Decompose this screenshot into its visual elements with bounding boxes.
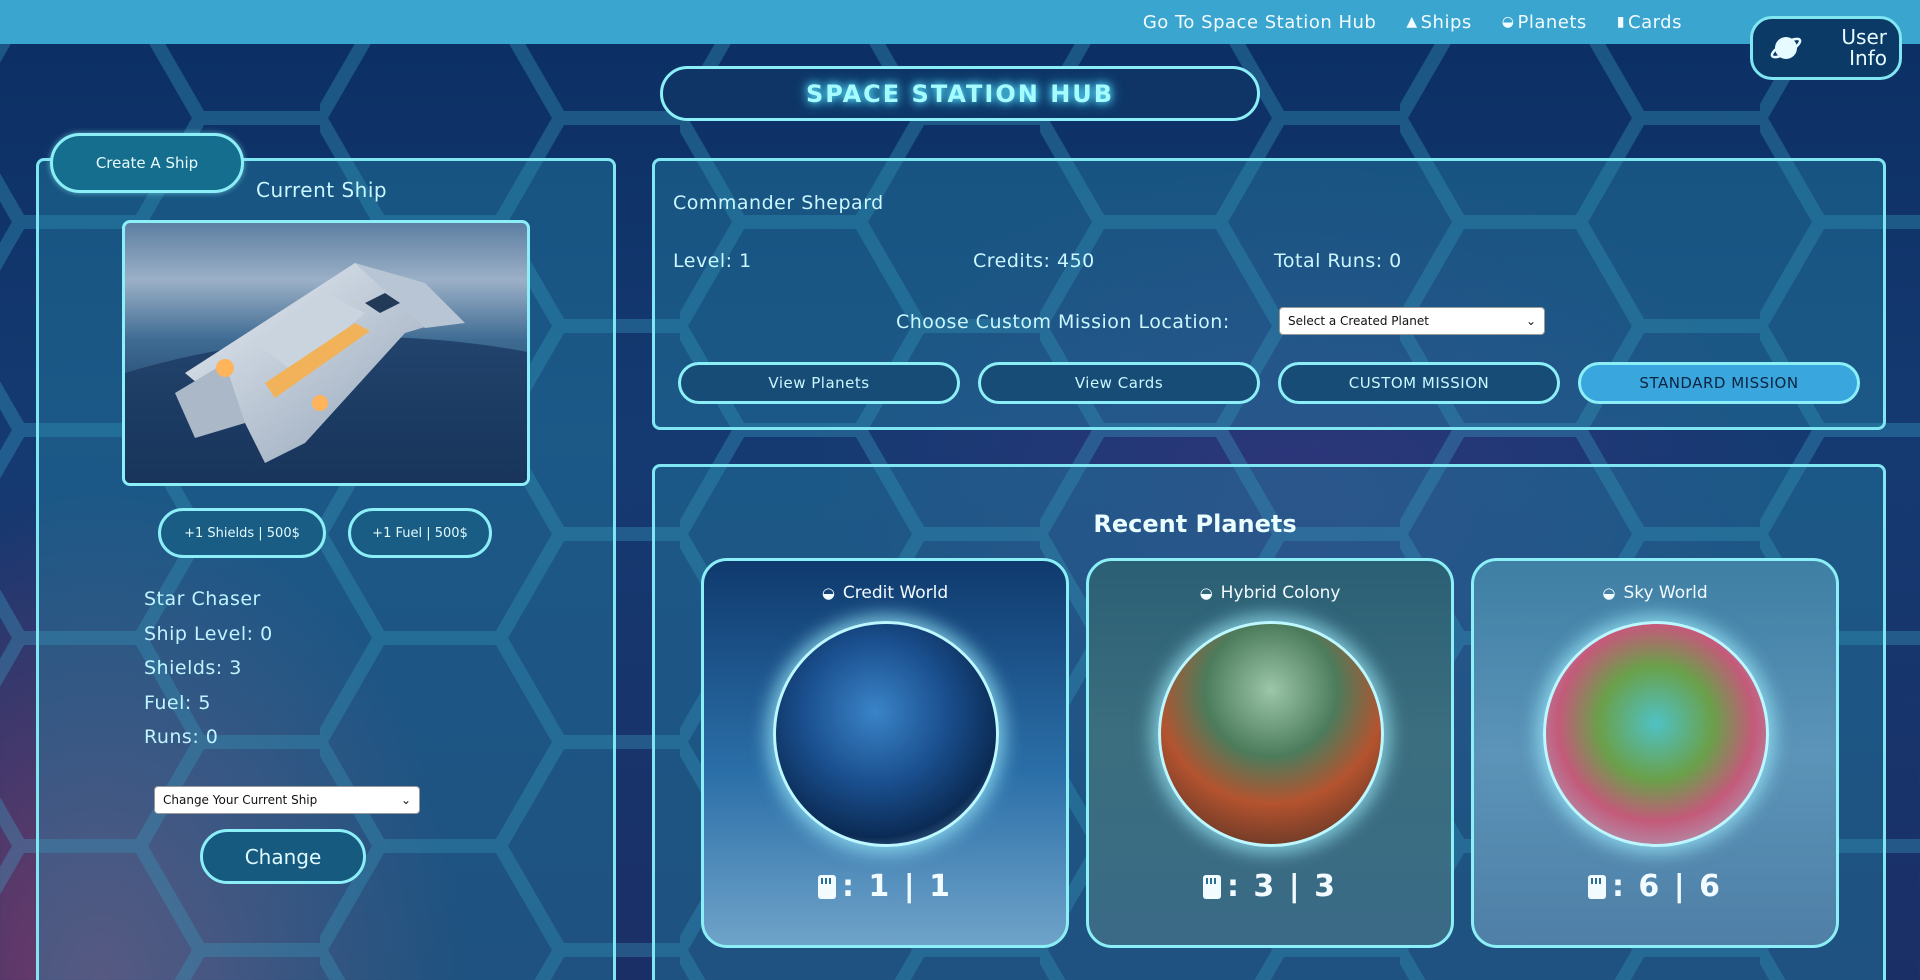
planet-card-count: : 6 | 6 bbox=[1474, 869, 1836, 904]
planet-card-sky-world[interactable]: ◒ Sky World : 6 | 6 bbox=[1471, 558, 1839, 948]
planet-count-value: : 1 | 1 bbox=[841, 869, 953, 904]
ship-name: Star Chaser bbox=[144, 588, 261, 610]
planet-icon: ◒ bbox=[1199, 584, 1213, 602]
card-icon bbox=[817, 874, 836, 899]
chevron-down-icon: ⌄ bbox=[400, 793, 411, 807]
ship-stats: Star Chaser Ship Level: 0 Shields: 3 Fue… bbox=[144, 588, 273, 761]
ship-image bbox=[122, 220, 530, 486]
planet-card-title: ◒ Hybrid Colony bbox=[1089, 583, 1451, 603]
custom-mission-button[interactable]: CUSTOM MISSION bbox=[1278, 362, 1560, 404]
planet-image bbox=[773, 621, 999, 847]
nav-link-ships[interactable]: ▲ Ships bbox=[1406, 12, 1471, 33]
planet-count-value: : 3 | 3 bbox=[1226, 869, 1338, 904]
nav-cards-label: Cards bbox=[1628, 11, 1682, 33]
planet-card-count: : 3 | 3 bbox=[1089, 869, 1451, 904]
recent-planets-heading: Recent Planets bbox=[1093, 510, 1297, 538]
card-icon: ▮ bbox=[1616, 14, 1625, 30]
ship-runs: Runs: 0 bbox=[144, 726, 219, 748]
card-icon bbox=[1587, 874, 1606, 899]
top-nav-bar: Go To Space Station Hub ▲ Ships ◒ Planets … bbox=[0, 0, 1920, 44]
change-ship-select-value: Change Your Current Ship bbox=[163, 793, 318, 807]
nav-link-planets[interactable]: ◒ Planets bbox=[1502, 12, 1587, 33]
nav-ships-label: Ships bbox=[1420, 11, 1472, 33]
planet-card-hybrid-colony[interactable]: ◒ Hybrid Colony : 3 | 3 bbox=[1086, 558, 1454, 948]
nav-link-cards[interactable]: ▮ Cards bbox=[1617, 12, 1682, 33]
commander-name: Commander Shepard bbox=[673, 192, 884, 214]
view-planets-button[interactable]: View Planets bbox=[678, 362, 960, 404]
commander-total-runs: Total Runs: 0 bbox=[1274, 250, 1402, 272]
planet-icon: ◒ bbox=[1501, 14, 1515, 30]
commander-level: Level: 1 bbox=[673, 250, 752, 272]
planet-icon bbox=[1770, 37, 1802, 59]
card-icon bbox=[1202, 874, 1221, 899]
ship-level: Ship Level: 0 bbox=[144, 622, 273, 645]
rocket-icon: ▲ bbox=[1406, 14, 1418, 30]
planet-count-value: : 6 | 6 bbox=[1611, 869, 1723, 904]
nav-planets-label: Planets bbox=[1517, 11, 1587, 33]
ship-fuel: Fuel: 5 bbox=[144, 691, 211, 714]
upgrade-shields-button[interactable]: +1 Shields | 500$ bbox=[158, 508, 326, 558]
user-info-label: User Info bbox=[1841, 25, 1887, 70]
planet-card-title: ◒ Credit World bbox=[704, 583, 1066, 603]
nav-hub-label: Go To Space Station Hub bbox=[1142, 11, 1377, 33]
change-ship-select[interactable]: Change Your Current Ship ⌄ bbox=[154, 786, 420, 814]
planet-icon: ◒ bbox=[821, 584, 835, 602]
spaceship-illustration bbox=[125, 263, 527, 483]
nav-links: Go To Space Station Hub ▲ Ships ◒ Planets … bbox=[1143, 0, 1682, 44]
planet-image bbox=[1543, 621, 1769, 847]
planet-name: Credit World bbox=[842, 583, 949, 603]
user-info-button[interactable]: User Info bbox=[1750, 16, 1902, 80]
upgrade-fuel-button[interactable]: +1 Fuel | 500$ bbox=[348, 508, 492, 558]
standard-mission-button[interactable]: STANDARD MISSION bbox=[1578, 362, 1860, 404]
planet-image bbox=[1158, 621, 1384, 847]
create-ship-button[interactable]: Create A Ship bbox=[50, 133, 244, 193]
current-ship-heading: Current Ship bbox=[256, 178, 388, 202]
mission-location-select-value: Select a Created Planet bbox=[1288, 314, 1429, 328]
ship-shields: Shields: 3 bbox=[144, 657, 242, 679]
planet-card-credit-world[interactable]: ◒ Credit World : 1 | 1 bbox=[701, 558, 1069, 948]
change-ship-button[interactable]: Change bbox=[200, 829, 366, 884]
nav-link-hub[interactable]: Go To Space Station Hub bbox=[1143, 12, 1377, 33]
commander-credits: Credits: 450 bbox=[973, 250, 1095, 272]
planet-card-count: : 1 | 1 bbox=[704, 869, 1066, 904]
chevron-down-icon: ⌄ bbox=[1525, 314, 1536, 328]
page-title: SPACE STATION HUB bbox=[660, 66, 1260, 121]
planet-icon: ◒ bbox=[1602, 584, 1616, 602]
planet-card-title: ◒ Sky World bbox=[1474, 583, 1836, 603]
mission-location-label: Choose Custom Mission Location: bbox=[896, 311, 1230, 333]
planet-name: Sky World bbox=[1623, 583, 1708, 603]
view-cards-button[interactable]: View Cards bbox=[978, 362, 1260, 404]
mission-location-select[interactable]: Select a Created Planet ⌄ bbox=[1279, 307, 1545, 335]
planet-name: Hybrid Colony bbox=[1220, 583, 1341, 603]
